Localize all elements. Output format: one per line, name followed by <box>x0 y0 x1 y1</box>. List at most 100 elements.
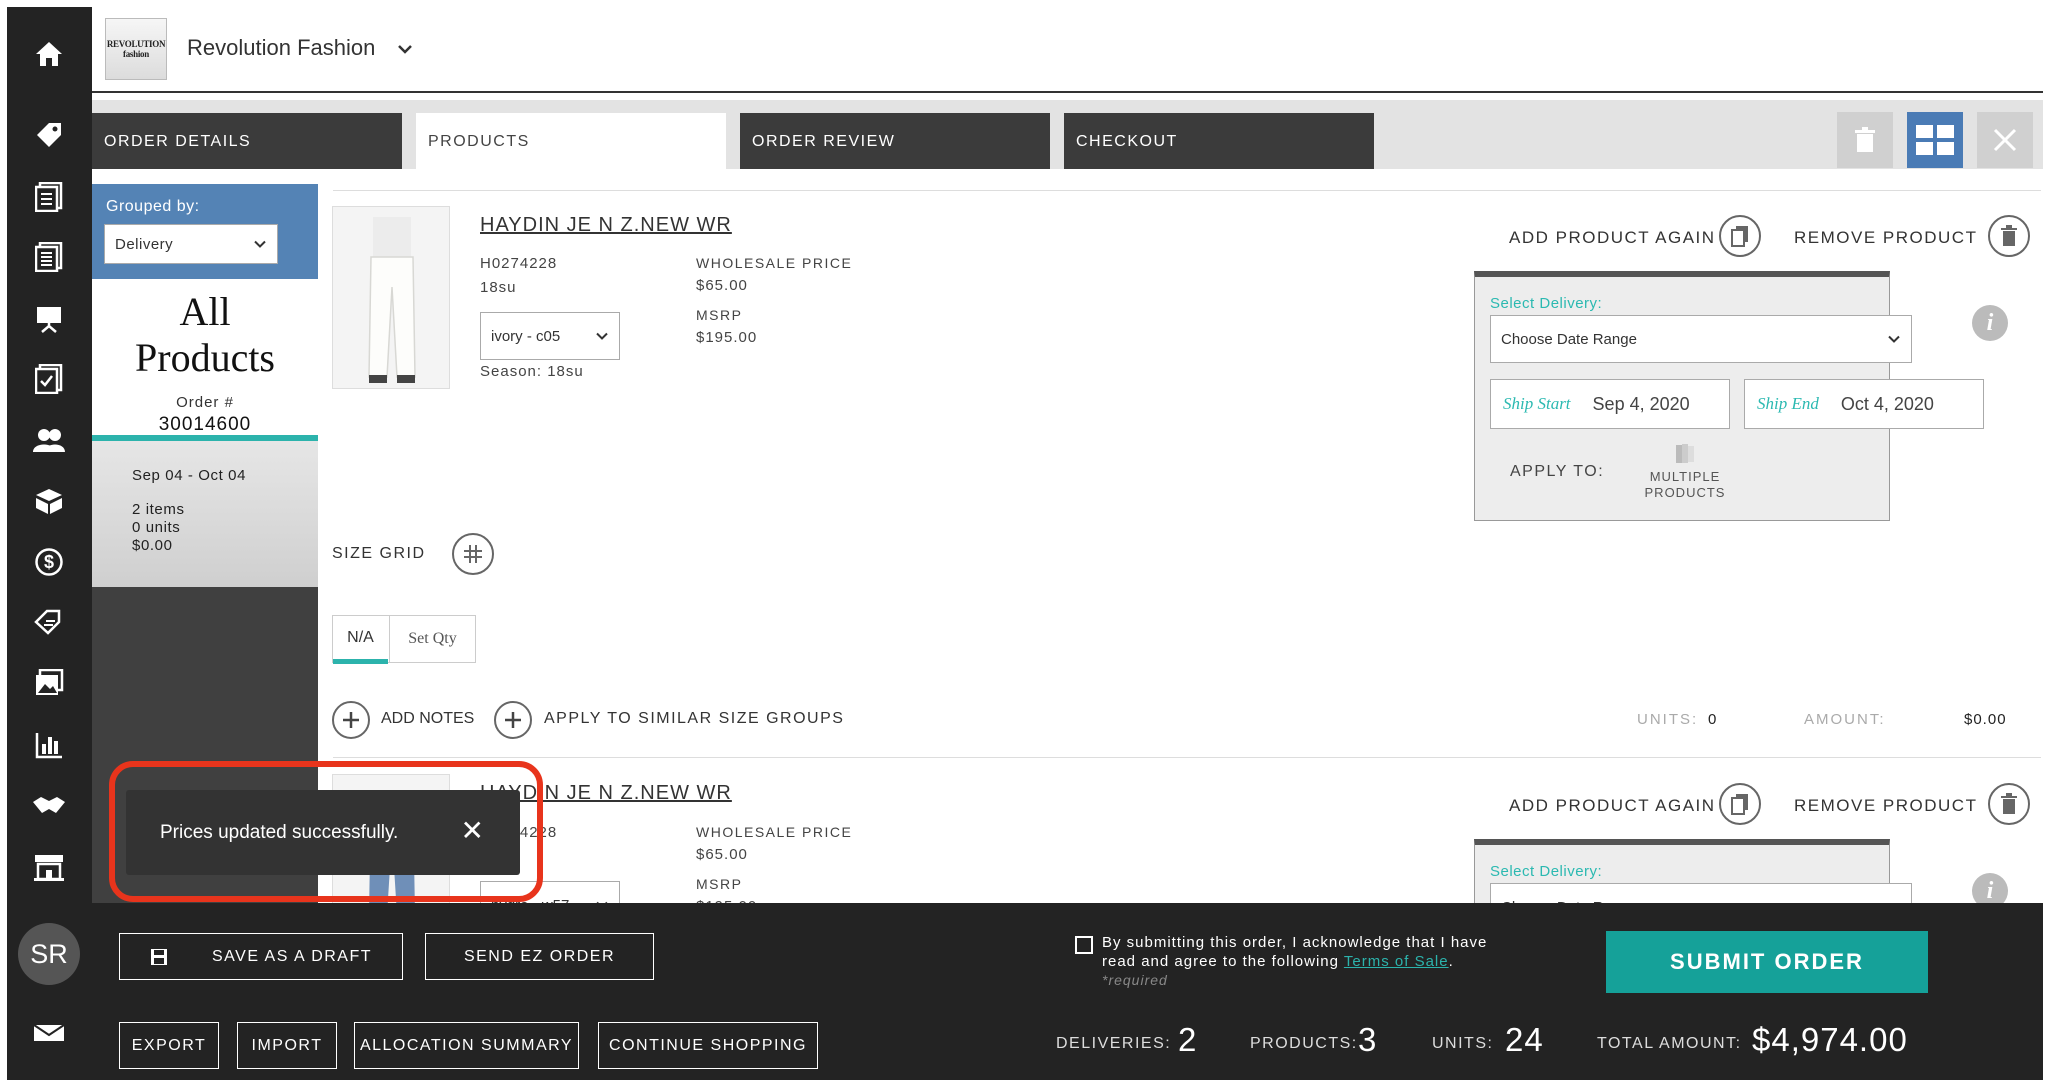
apply-similar-button[interactable] <box>494 701 532 739</box>
chevron-down-icon <box>254 240 266 248</box>
order-number: 30014600 <box>158 414 252 435</box>
close-button[interactable] <box>1977 112 2033 168</box>
delivery-panel: Select Delivery: i Choose Date Range Shi… <box>1474 271 2008 521</box>
add-product-again-button[interactable] <box>1719 215 1761 257</box>
acknowledge-text: By submitting this order, I acknowledge … <box>1102 934 1488 988</box>
reports-icon[interactable] <box>25 725 73 765</box>
copy-icon <box>1731 226 1748 247</box>
app-frame: $ SR REVOLUTION fashion Revolution Fashio… <box>7 7 2043 1080</box>
presentation-icon[interactable] <box>25 299 73 339</box>
dollar-icon[interactable]: $ <box>25 542 73 582</box>
ship-start-field[interactable]: Ship Start Sep 4, 2020 <box>1490 379 1730 429</box>
import-button[interactable]: IMPORT <box>237 1022 337 1069</box>
remove-product-label[interactable]: REMOVE PRODUCT <box>1794 796 1977 816</box>
success-toast: Prices updated successfully. ✕ <box>126 790 520 875</box>
trash-icon <box>2001 793 2017 814</box>
date-range-select[interactable]: Choose Date Range <box>1490 315 1912 363</box>
apply-multiple-products-button[interactable]: MULTIPLE PRODUCTS <box>1625 443 1745 501</box>
units-total-value: 24 <box>1505 1021 1544 1058</box>
all-products-title: All Products <box>135 289 275 380</box>
submit-order-button[interactable]: SUBMIT ORDER <box>1606 931 1928 993</box>
amount-value: $0.00 <box>1964 711 2007 728</box>
tab-order-review[interactable]: ORDER REVIEW <box>740 113 1050 169</box>
svg-text:$: $ <box>44 552 54 572</box>
remove-product-button[interactable] <box>1988 783 2030 825</box>
terms-of-sale-link[interactable]: Terms of Sale <box>1344 953 1449 970</box>
company-logo: REVOLUTION fashion <box>105 18 167 80</box>
product-name-link[interactable]: HAYDIN JE N Z.NEW WR <box>480 214 732 237</box>
avatar[interactable]: SR <box>18 923 80 985</box>
delivery-units: 0 units <box>132 519 181 536</box>
delivery-amount: $0.00 <box>132 537 173 554</box>
remove-product-label[interactable]: REMOVE PRODUCT <box>1794 228 1977 248</box>
grid-lines-icon <box>464 545 482 563</box>
products-value: 3 <box>1358 1021 1378 1058</box>
allocation-summary-button[interactable]: ALLOCATION SUMMARY <box>354 1022 579 1069</box>
tab-products[interactable]: PRODUCTS <box>416 113 726 169</box>
delivery-items: 2 items <box>132 501 185 518</box>
trash-icon <box>1855 127 1875 152</box>
checklist-icon[interactable] <box>25 359 73 399</box>
ship-end-field[interactable]: Ship End Oct 4, 2020 <box>1744 379 1984 429</box>
save-draft-button[interactable]: SAVE AS A DRAFT <box>119 933 403 980</box>
select-delivery-label: Select Delivery: <box>1490 295 1603 312</box>
home-icon[interactable] <box>25 34 73 74</box>
add-notes-button[interactable] <box>332 701 370 739</box>
tab-order-details[interactable]: ORDER DETAILS <box>92 113 402 169</box>
chevron-down-icon <box>398 45 413 54</box>
acknowledge-checkbox[interactable] <box>1075 936 1093 954</box>
delivery-card[interactable]: Sep 04 - Oct 04 2 items 0 units $0.00 <box>92 441 318 587</box>
company-name: Revolution Fashion <box>187 35 376 60</box>
divider <box>333 190 2041 191</box>
linesheet-icon[interactable] <box>25 237 73 277</box>
wholesale-price-label: WHOLESALE PRICE <box>696 255 853 271</box>
order-number-label: Order # <box>176 394 234 411</box>
add-product-again-label[interactable]: ADD PRODUCT AGAIN <box>1509 228 1716 248</box>
tab-checkout[interactable]: CHECKOUT <box>1064 113 1374 169</box>
tag-icon[interactable] <box>25 115 73 155</box>
images-icon[interactable] <box>25 663 73 703</box>
pricing-icon[interactable] <box>25 602 73 642</box>
tab-bar: ORDER DETAILS PRODUCTS ORDER REVIEW CHEC… <box>92 100 2043 169</box>
customers-icon[interactable] <box>25 420 73 460</box>
product-image[interactable] <box>332 206 450 389</box>
close-icon[interactable]: ✕ <box>461 817 484 845</box>
msrp-label: MSRP <box>696 876 743 892</box>
deliveries-value: 2 <box>1178 1021 1198 1058</box>
chevron-down-icon <box>596 332 608 340</box>
grouped-by-panel: Grouped by: Delivery <box>92 184 318 279</box>
save-icon <box>150 948 167 965</box>
box-icon[interactable] <box>25 481 73 521</box>
info-icon[interactable]: i <box>1972 305 2008 341</box>
delete-order-button[interactable] <box>1837 112 1893 168</box>
grid-view-button[interactable] <box>1907 112 1963 168</box>
grouped-by-select[interactable]: Delivery <box>104 224 278 264</box>
na-button[interactable]: N/A <box>333 616 388 664</box>
color-select[interactable]: ivory - c05 <box>480 312 620 360</box>
product-sku: H0274228 <box>480 255 558 272</box>
continue-shopping-button[interactable]: CONTINUE SHOPPING <box>598 1022 818 1069</box>
inbox-icon[interactable] <box>25 1013 73 1053</box>
send-ez-order-button[interactable]: SEND EZ ORDER <box>425 933 654 980</box>
remove-product-button[interactable] <box>1988 215 2030 257</box>
msrp-label: MSRP <box>696 307 743 323</box>
copy-icon <box>1731 794 1748 815</box>
apply-similar-label[interactable]: APPLY TO SIMILAR SIZE GROUPS <box>544 710 844 728</box>
add-product-again-button[interactable] <box>1719 783 1761 825</box>
set-qty-button[interactable]: Set Qty <box>389 616 475 662</box>
add-notes-label[interactable]: ADD NOTES <box>381 710 474 728</box>
handshake-icon[interactable] <box>25 786 73 826</box>
ship-start-value: Sep 4, 2020 <box>1592 393 1690 414</box>
wholesale-price-label: WHOLESALE PRICE <box>696 824 853 840</box>
stack-icon <box>1676 444 1694 463</box>
select-delivery-label: Select Delivery: <box>1490 863 1603 880</box>
grouped-by-label: Grouped by: <box>106 198 200 215</box>
company-switcher[interactable]: Revolution Fashion <box>187 35 413 61</box>
export-button[interactable]: EXPORT <box>119 1022 219 1069</box>
apply-to-label: APPLY TO: <box>1510 463 1605 480</box>
catalog-icon[interactable] <box>25 177 73 217</box>
size-grid-button[interactable] <box>452 533 494 575</box>
add-product-again-label[interactable]: ADD PRODUCT AGAIN <box>1509 796 1716 816</box>
store-icon[interactable] <box>25 847 73 887</box>
plus-icon <box>343 712 359 728</box>
